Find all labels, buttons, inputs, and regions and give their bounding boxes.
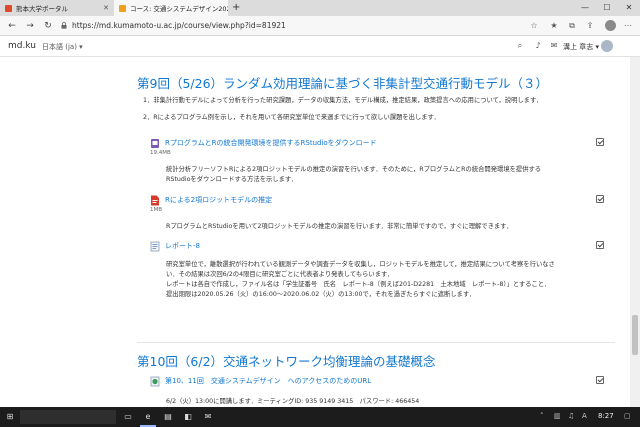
collections-icon[interactable]: ⧉ <box>566 20 578 32</box>
language-menu[interactable]: 日本語 (ja) ▾ <box>42 42 83 52</box>
share-icon[interactable]: ⇪ <box>584 20 596 32</box>
summary-line: 1．非集計行動モデルによって分析を行った研究課題，データの収集方法，モデル構成，… <box>143 97 543 104</box>
file-explorer-icon[interactable]: ▤ <box>162 411 174 423</box>
search-icon[interactable]: ⌕ <box>515 41 525 51</box>
section-9: 第9回（5/26）ランダム効用理論に基づく非集計型交通行動モデル（３） <box>137 73 615 92</box>
browser-profile-icon[interactable] <box>605 20 616 31</box>
address-bar-row: ← → ↻ https://md.kumamoto-u.ac.jp/course… <box>0 16 640 36</box>
activity-zoom-url: 第10、11回 交通システムデザイン へのアクセスのためのURL <box>150 375 610 387</box>
desc-line: RプログラムとRStudioを用いて2項ロジットモデルの推定の演習を行います．非… <box>166 223 513 230</box>
url-globe-icon <box>150 376 160 386</box>
desc-line: 提出期限は2020.05.26（火）の16:00～2020.06.02（火）の1… <box>166 291 476 298</box>
task-view-icon[interactable]: ▭ <box>122 411 134 423</box>
mail-icon[interactable]: ✉ <box>202 411 214 423</box>
desc-line: 6/2（火）13:00に開講します．ミーティングID: 935 9149 341… <box>166 398 420 405</box>
activity-description: 6/2（火）13:00に開講します．ミーティングID: 935 9149 341… <box>166 397 608 407</box>
assignment-icon <box>150 241 160 251</box>
section-title[interactable]: 第10回（6/2）交通ネットワーク均衡理論の基礎概念 <box>137 351 615 370</box>
minimize-icon[interactable]: — <box>574 0 596 16</box>
moodle-favicon-icon <box>119 4 126 12</box>
browser-tab-strip: 熊本大学ポータル ✕ コース: 交通システムデザイン2020 (... ✕ + … <box>0 0 640 16</box>
completion-checkbox[interactable] <box>596 241 604 249</box>
page-scrollbar[interactable] <box>630 57 640 407</box>
activity-logit-pdf: Rによる2項ロジットモデルの推定 1MB <box>150 194 610 213</box>
section-title[interactable]: 第9回（5/26）ランダム効用理論に基づく非集計型交通行動モデル（３） <box>137 73 615 92</box>
taskbar-search-box[interactable] <box>20 410 116 424</box>
desc-line: レポートは各自で作成し，ファイル名は「学生証番号 氏名 レポート-8（例えば20… <box>166 281 551 288</box>
store-icon[interactable]: ◧ <box>182 411 194 423</box>
r-package-icon <box>151 138 159 148</box>
user-menu[interactable]: 溝上 章志 ▾ <box>563 42 599 52</box>
desc-line: RStudioをダウンロードする方法を示します． <box>166 176 298 183</box>
file-size: 19.4MB <box>150 150 171 156</box>
site-brand[interactable]: md.ku <box>8 41 36 51</box>
reload-icon[interactable]: ↻ <box>42 20 54 32</box>
ime-icon[interactable]: A <box>582 412 587 420</box>
section-10: 第10回（6/2）交通ネットワーク均衡理論の基礎概念 <box>137 351 615 370</box>
tab-label: 熊本大学ポータル <box>16 5 68 13</box>
tray-up-arrow-icon[interactable]: ˄ <box>540 412 544 420</box>
desc-line: 統計分析フリーソフトRによる2項ロジットモデルの推定の演習を行います．そのために… <box>166 166 542 173</box>
windows-start-icon[interactable]: ⊞ <box>4 411 16 423</box>
activity-description: RプログラムとRStudioを用いて2項ロジットモデルの推定の演習を行います．非… <box>166 222 608 232</box>
favorites-list-icon[interactable]: ★ <box>548 20 560 32</box>
close-tab-icon[interactable]: ✕ <box>103 4 109 12</box>
file-size: 1MB <box>150 207 163 213</box>
activity-link[interactable]: レポート-8 <box>165 241 200 251</box>
section-divider <box>137 342 615 343</box>
activity-link[interactable]: RプログラムとRの統合開発環境を提供するRStudioをダウンロード <box>165 138 377 148</box>
tab-label: コース: 交通システムデザイン2020 (... <box>130 5 228 13</box>
taskbar-clock[interactable]: 8:27 <box>598 412 614 420</box>
avatar[interactable] <box>601 40 613 52</box>
pdf-icon <box>151 195 159 205</box>
window-close-icon[interactable]: ✕ <box>618 0 640 16</box>
activity-description: 統計分析フリーソフトRによる2項ロジットモデルの推定の演習を行います．そのために… <box>166 165 608 185</box>
maximize-icon[interactable]: ☐ <box>596 0 618 16</box>
url-field[interactable]: https://md.kumamoto-u.ac.jp/course/view.… <box>72 21 286 30</box>
notification-bell-icon[interactable]: ♪ <box>533 41 543 51</box>
activity-rstudio-download: RプログラムとRの統合開発環境を提供するRStudioをダウンロード 19.4M… <box>150 137 610 156</box>
forward-icon[interactable]: → <box>24 20 36 32</box>
lock-icon <box>61 22 67 29</box>
messages-icon[interactable]: ✉ <box>549 41 559 51</box>
summary-line: 2．Rによるプログラム例を示し，それを用いて各研究室単位で来週までに行って欲しい… <box>143 114 440 121</box>
course-content: 第9回（5/26）ランダム効用理論に基づく非集計型交通行動モデル（３） 1．非集… <box>0 57 630 407</box>
activity-report-8: レポート-8 <box>150 240 610 252</box>
new-tab-button[interactable]: + <box>232 2 240 13</box>
desc-line: い．その結果は次回6/2の4限目に研究室ごとに代表者より発表してもらいます． <box>166 271 394 278</box>
scrollbar-thumb[interactable] <box>632 315 638 355</box>
browser-tab-course[interactable]: コース: 交通システムデザイン2020 (... ✕ <box>114 0 228 16</box>
notifications-icon[interactable]: ▢ <box>624 412 631 420</box>
section-summary: 1．非集計行動モデルによって分析を行った研究課題，データの収集方法，モデル構成，… <box>137 92 615 121</box>
portal-favicon-icon <box>5 4 12 12</box>
activity-link[interactable]: Rによる2項ロジットモデルの推定 <box>165 195 272 205</box>
taskbar: ⊞ ▭ e ▤ ◧ ✉ ˄ ▥ ♫ A 8:27 ▢ <box>0 407 640 427</box>
completion-checkbox[interactable] <box>596 195 604 203</box>
activity-link[interactable]: 第10、11回 交通システムデザイン へのアクセスのためのURL <box>165 376 371 386</box>
completion-checkbox[interactable] <box>596 138 604 146</box>
completion-checkbox[interactable] <box>596 376 604 384</box>
edge-icon[interactable]: e <box>142 411 154 423</box>
browser-menu-icon[interactable]: ⋯ <box>622 20 634 32</box>
browser-tab-portal[interactable]: 熊本大学ポータル ✕ <box>0 0 114 16</box>
desc-line: 研究室単位で，離散選択が行われている観測データや調査データを収集し，ロジットモデ… <box>166 261 555 268</box>
favorite-star-icon[interactable]: ☆ <box>528 20 540 32</box>
back-icon[interactable]: ← <box>6 20 18 32</box>
moodle-header: md.ku 日本語 (ja) ▾ ⌕ ♪ ✉ 溝上 章志 ▾ <box>0 36 640 57</box>
volume-icon[interactable]: ♫ <box>568 412 574 420</box>
activity-description: 研究室単位で，離散選択が行われている観測データや調査データを収集し，ロジットモデ… <box>166 260 608 300</box>
network-icon[interactable]: ▥ <box>554 412 561 420</box>
